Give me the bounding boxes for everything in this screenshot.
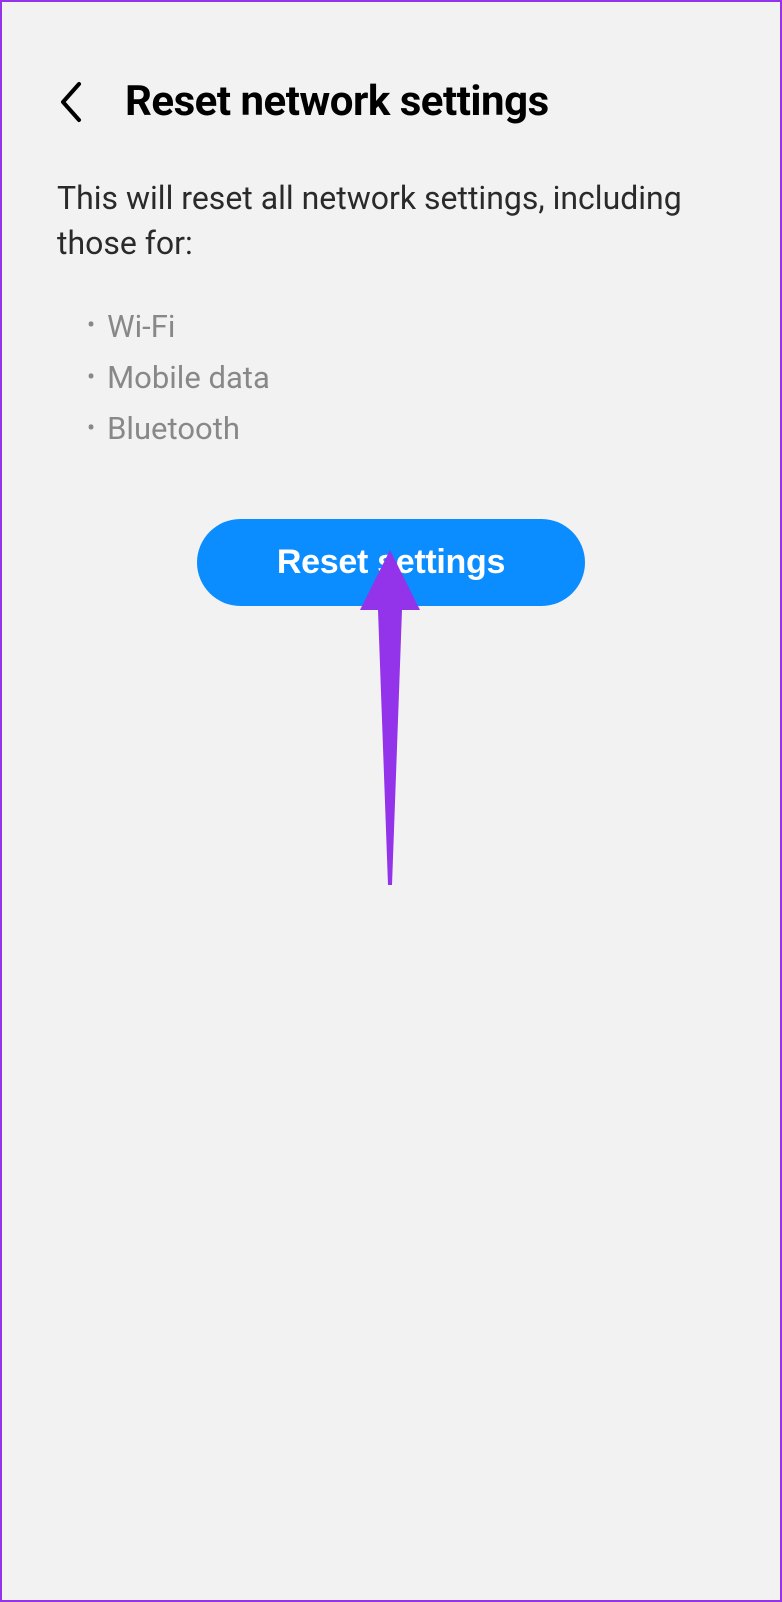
bullet-dot-icon: •: [87, 306, 95, 346]
description-text: This will reset all network settings, in…: [2, 166, 780, 286]
reset-settings-button[interactable]: Reset settings: [197, 519, 585, 606]
list-item-label: Mobile data: [107, 352, 270, 403]
list-item-label: Bluetooth: [107, 403, 240, 454]
bullet-dot-icon: •: [87, 409, 95, 449]
header: Reset network settings: [2, 2, 780, 166]
bullet-dot-icon: •: [87, 358, 95, 398]
list-item: • Bluetooth: [87, 403, 725, 454]
list-item-label: Wi-Fi: [107, 301, 175, 352]
back-icon[interactable]: [57, 80, 85, 124]
button-container: Reset settings: [2, 494, 780, 631]
list-item: • Wi-Fi: [87, 301, 725, 352]
list-item: • Mobile data: [87, 352, 725, 403]
bullet-list: • Wi-Fi • Mobile data • Bluetooth: [2, 286, 780, 494]
page-title: Reset network settings: [125, 77, 549, 126]
